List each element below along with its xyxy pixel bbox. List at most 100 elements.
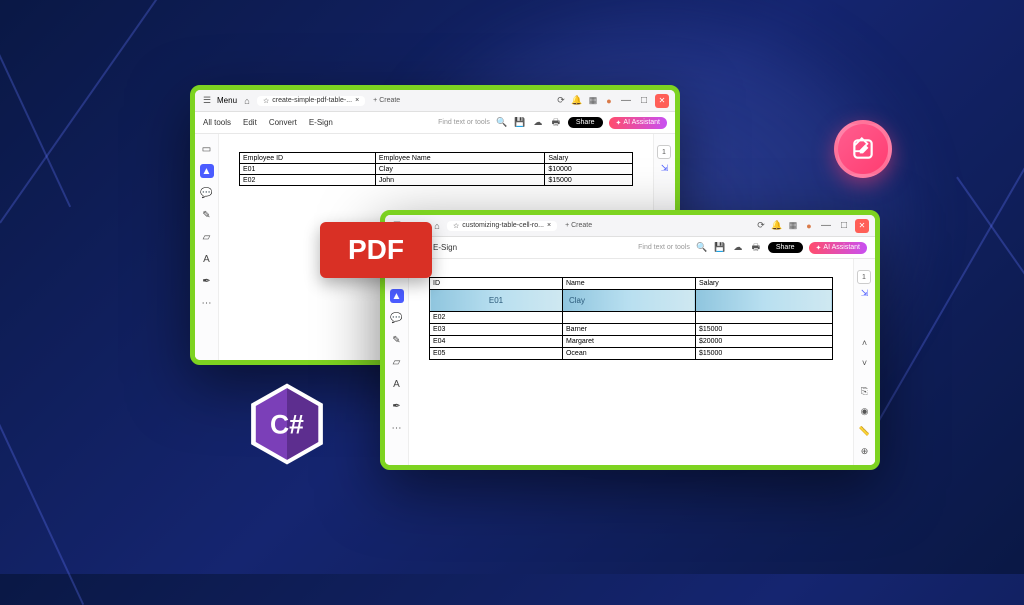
maximize-button[interactable]: □	[837, 219, 851, 233]
menu-esign[interactable]: E-Sign	[433, 243, 457, 252]
share-button[interactable]: Share	[768, 242, 803, 253]
zoom-icon[interactable]: ⊕	[859, 445, 871, 457]
menu-edit[interactable]: Edit	[243, 118, 257, 127]
menu-convert[interactable]: Convert	[269, 118, 297, 127]
table-row: E02 John $15000	[240, 175, 633, 186]
sign-tool-icon[interactable]: ✒	[200, 274, 214, 288]
page-number[interactable]: 1	[857, 270, 871, 284]
menu-label[interactable]: Menu	[217, 96, 237, 105]
menubar: All tools Edit Convert E-Sign Find text …	[195, 112, 675, 134]
page-up-icon[interactable]: ˄	[859, 337, 871, 349]
share-button[interactable]: Share	[568, 117, 603, 128]
cloud-icon[interactable]: ☁	[732, 242, 744, 254]
search-icon[interactable]: 🔍	[496, 117, 508, 129]
select-tool-icon[interactable]: ▲	[200, 164, 214, 178]
ruler-icon[interactable]: 📏	[859, 425, 871, 437]
left-toolbar: ▭ ▲ 💬 ✎ ▱ A ✒ ⋯	[195, 134, 219, 360]
draw-tool-icon[interactable]: ✎	[200, 208, 214, 222]
menu-esign[interactable]: E-Sign	[309, 118, 333, 127]
profile-icon[interactable]: ●	[603, 95, 615, 107]
more-tools-icon[interactable]: ⋯	[200, 296, 214, 310]
print-icon[interactable]: 🖶	[550, 117, 562, 129]
star-icon: ☆	[453, 222, 459, 230]
table-row: E01 Clay $10000	[240, 164, 633, 175]
tab-title: create-simple-pdf-table-...	[272, 97, 352, 104]
edit-badge	[834, 120, 892, 178]
close-tab-icon[interactable]: ×	[355, 97, 359, 104]
edit-icon	[850, 136, 876, 162]
hamburger-icon[interactable]: ☰	[201, 95, 213, 107]
star-icon: ☆	[263, 97, 269, 105]
table-row: E04 Margaret $20000	[430, 336, 833, 348]
grid-icon[interactable]: ▦	[587, 95, 599, 107]
ai-assistant-button[interactable]: ✦ AI Assistant	[609, 117, 667, 129]
new-tab-button[interactable]: + Create	[369, 97, 404, 104]
stamp-icon[interactable]: ◉	[859, 405, 871, 417]
cloud-icon[interactable]: ☁	[532, 117, 544, 129]
menubar: Convert E-Sign Find text or tools 🔍 💾 ☁ …	[385, 237, 875, 259]
select-tool-icon[interactable]: ▲	[390, 289, 404, 303]
highlight-tool-icon[interactable]: ▱	[200, 230, 214, 244]
highlight-tool-icon[interactable]: ▱	[390, 355, 404, 369]
close-button[interactable]: ✕	[855, 219, 869, 233]
table-row: E05 Ocean $15000	[430, 348, 833, 360]
comment-tool-icon[interactable]: 💬	[390, 311, 404, 325]
pdf-table: ID Name Salary E01 Clay E02 E03 Barner	[429, 277, 833, 360]
titlebar: ☰ Menu ⌂ ☆ create-simple-pdf-table-... ×…	[195, 90, 675, 112]
page-down-icon[interactable]: ˅	[859, 357, 871, 369]
profile-icon[interactable]: ●	[803, 220, 815, 232]
pdf-viewer-window-custom-table: ☰ Menu ⌂ ☆ customizing-table-cell-ro... …	[380, 210, 880, 470]
document-canvas: ID Name Salary E01 Clay E02 E03 Barner	[409, 259, 853, 465]
document-tab[interactable]: ☆ customizing-table-cell-ro... ×	[447, 221, 557, 231]
bell-icon[interactable]: 🔔	[571, 95, 583, 107]
history-icon[interactable]: ⟳	[555, 95, 567, 107]
maximize-button[interactable]: □	[637, 94, 651, 108]
sign-tool-icon[interactable]: ✒	[390, 399, 404, 413]
save-icon[interactable]: 💾	[714, 242, 726, 254]
pdf-label: PDF	[348, 234, 404, 266]
collapse-icon[interactable]: ⇲	[659, 162, 671, 174]
search-input[interactable]: Find text or tools	[438, 119, 490, 126]
comment-tool-icon[interactable]: 💬	[200, 186, 214, 200]
tab-title: customizing-table-cell-ro...	[462, 222, 544, 229]
minimize-button[interactable]: —	[819, 219, 833, 233]
text-tool-icon[interactable]: A	[200, 252, 214, 266]
workspace: ▭ ▲ 💬 ✎ ▱ A ✒ ⋯ ID Name Salary E01 Clay	[385, 259, 875, 465]
table-row: ID Name Salary	[430, 278, 833, 290]
ai-assistant-button[interactable]: ✦ AI Assistant	[809, 242, 867, 254]
close-button[interactable]: ✕	[655, 94, 669, 108]
menu-all-tools[interactable]: All tools	[203, 118, 231, 127]
left-toolbar: ▭ ▲ 💬 ✎ ▱ A ✒ ⋯	[385, 259, 409, 465]
home-icon[interactable]: ⌂	[431, 220, 443, 232]
titlebar: ☰ Menu ⌂ ☆ customizing-table-cell-ro... …	[385, 215, 875, 237]
table-row: E02	[430, 312, 833, 324]
print-icon[interactable]: 🖶	[750, 242, 762, 254]
close-tab-icon[interactable]: ×	[547, 222, 551, 229]
search-icon[interactable]: 🔍	[696, 242, 708, 254]
table-row: E03 Barner $15000	[430, 324, 833, 336]
more-tools-icon[interactable]: ⋯	[390, 421, 404, 435]
draw-tool-icon[interactable]: ✎	[390, 333, 404, 347]
new-tab-button[interactable]: + Create	[561, 222, 596, 229]
table-row: Employee ID Employee Name Salary	[240, 153, 633, 164]
hexagon-icon: C#	[248, 380, 326, 468]
csharp-badge: C#	[248, 380, 326, 468]
pdf-badge: PDF	[320, 222, 432, 278]
table-row-highlighted: E01 Clay	[430, 290, 833, 312]
collapse-icon[interactable]: ⇲	[859, 287, 871, 299]
csharp-label: C#	[270, 409, 304, 439]
text-tool-icon[interactable]: A	[390, 377, 404, 391]
bell-icon[interactable]: 🔔	[771, 220, 783, 232]
pdf-table: Employee ID Employee Name Salary E01 Cla…	[239, 152, 633, 186]
save-icon[interactable]: 💾	[514, 117, 526, 129]
search-input[interactable]: Find text or tools	[638, 244, 690, 251]
home-icon[interactable]: ⌂	[241, 95, 253, 107]
document-tab[interactable]: ☆ create-simple-pdf-table-... ×	[257, 96, 365, 106]
grid-icon[interactable]: ▦	[787, 220, 799, 232]
history-icon[interactable]: ⟳	[755, 220, 767, 232]
right-toolbar: ⤢ ⇲ 1 ˄ ˅ ⎘ ◉ 📏 ⊕	[853, 259, 875, 465]
copy-icon[interactable]: ⎘	[859, 385, 871, 397]
panel-toggle-icon[interactable]: ▭	[200, 142, 214, 156]
page-number[interactable]: 1	[657, 145, 671, 159]
minimize-button[interactable]: —	[619, 94, 633, 108]
